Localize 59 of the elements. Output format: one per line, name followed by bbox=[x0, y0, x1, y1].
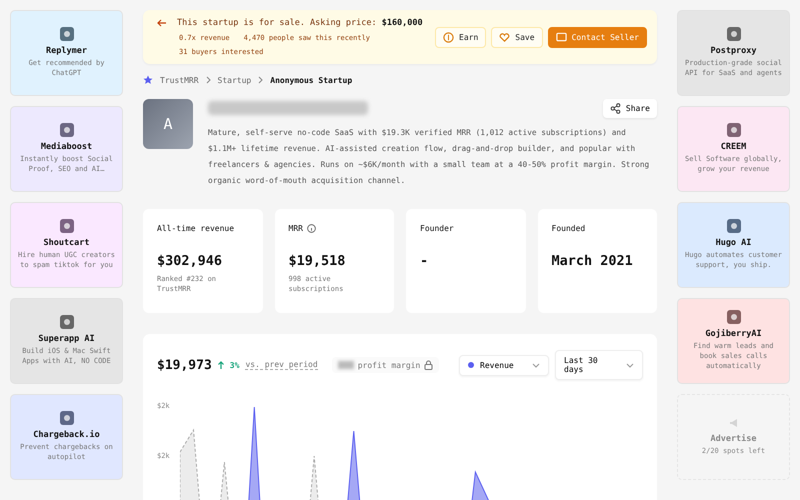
up-arrow-icon bbox=[218, 361, 224, 369]
sponsor-name: Superapp AI bbox=[38, 334, 95, 344]
earn-button[interactable]: Earn bbox=[435, 26, 486, 48]
app-logo-icon bbox=[60, 315, 74, 330]
previous-period-area bbox=[180, 428, 202, 500]
sponsor-name: Postproxy bbox=[710, 46, 757, 56]
comparison-period[interactable]: vs. prev period bbox=[245, 360, 318, 370]
sponsor-name: Hugo AI bbox=[716, 238, 752, 248]
chevron-down-icon bbox=[626, 362, 634, 368]
breadcrumb-link[interactable]: Anonymous Startup bbox=[270, 76, 352, 84]
sponsor-name: Replymer bbox=[46, 46, 87, 56]
megaphone-icon bbox=[728, 417, 740, 430]
chevron-right-icon bbox=[206, 76, 211, 84]
message-icon bbox=[556, 32, 567, 42]
chevron-down-icon bbox=[532, 362, 540, 368]
info-icon[interactable] bbox=[306, 224, 316, 233]
stat-label: Founded bbox=[552, 224, 586, 233]
app-logo-icon bbox=[60, 411, 74, 426]
sponsor-name: GojiberryAI bbox=[705, 329, 762, 340]
sponsor-name: Advertise bbox=[710, 434, 757, 444]
chevron-right-icon bbox=[258, 76, 264, 84]
stat-label: All-time revenue bbox=[157, 224, 234, 233]
app-logo-icon bbox=[60, 219, 74, 234]
coin-icon bbox=[443, 32, 454, 42]
breadcrumb-link[interactable]: Startup bbox=[218, 76, 252, 84]
star-icon bbox=[143, 75, 153, 85]
revenue-area bbox=[345, 430, 362, 500]
share-button[interactable]: Share bbox=[602, 98, 657, 118]
stat-value: $302,946 bbox=[157, 253, 224, 269]
back-arrow-icon[interactable] bbox=[157, 18, 167, 28]
stat-label: Founder bbox=[420, 224, 454, 233]
breadcrumb-link[interactable]: TrustMRR bbox=[160, 76, 199, 84]
app-logo-icon bbox=[60, 123, 74, 138]
heart-icon bbox=[499, 32, 510, 42]
sponsor-name: Shoutcart bbox=[43, 238, 90, 248]
app-logo-icon bbox=[726, 310, 740, 324]
stat-value: - bbox=[420, 253, 430, 269]
sponsor-name: CREEM bbox=[720, 142, 746, 152]
profit-margin-label: profit margin bbox=[358, 360, 420, 370]
sponsor-name: Chargeback.io bbox=[33, 430, 100, 440]
metric-dropdown[interactable]: Revenue bbox=[459, 354, 549, 376]
stat-label: MRR bbox=[288, 224, 303, 233]
blurred-value bbox=[338, 361, 354, 369]
save-button[interactable]: Save bbox=[491, 26, 543, 48]
date-range-dropdown[interactable]: Last 30 days bbox=[555, 350, 643, 380]
previous-period-area bbox=[218, 462, 230, 500]
stat-value: $19,518 bbox=[288, 253, 346, 269]
app-logo-icon bbox=[726, 123, 740, 138]
sponsor-name: Mediaboost bbox=[40, 142, 92, 152]
sale-message: This startup is for sale. Asking price: $160,000 bbox=[177, 18, 423, 28]
app-logo-icon bbox=[60, 27, 74, 42]
share-icon bbox=[610, 102, 621, 114]
previous-period-area bbox=[308, 456, 320, 500]
startup-avatar: A bbox=[143, 99, 193, 149]
stat-value: March 2021 bbox=[552, 253, 634, 269]
app-logo-icon bbox=[726, 219, 740, 234]
change-percent: 3% bbox=[230, 360, 240, 370]
revenue-total: $19,973 bbox=[157, 358, 212, 372]
app-logo-icon bbox=[726, 27, 740, 42]
